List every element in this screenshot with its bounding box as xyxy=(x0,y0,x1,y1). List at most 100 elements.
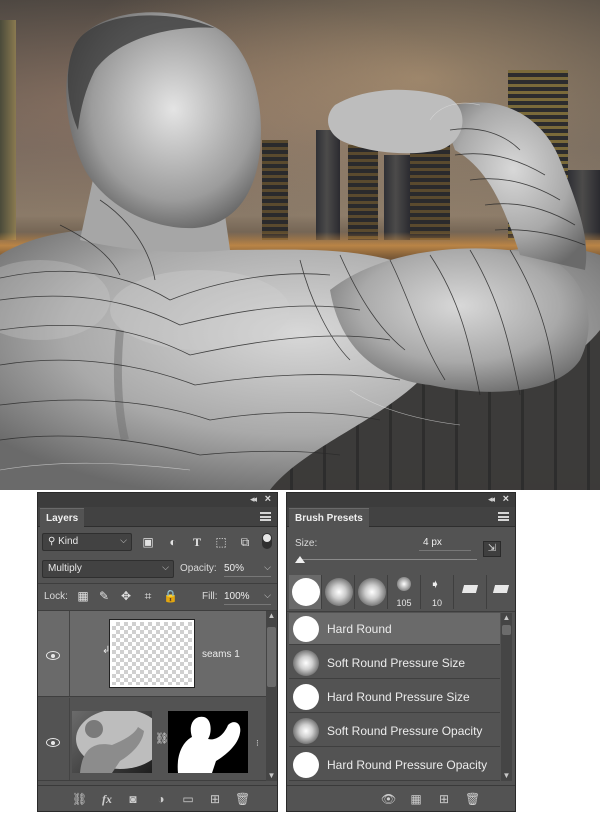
size-value: 4 px xyxy=(423,537,442,548)
close-icon[interactable]: × xyxy=(265,493,271,505)
preset-hard-round-pressure-size[interactable]: Hard Round Pressure Size xyxy=(289,681,500,713)
scroll-thumb[interactable] xyxy=(267,627,276,687)
photo-canvas[interactable] xyxy=(0,0,600,490)
opacity-field[interactable]: 50% ⌵ xyxy=(224,561,271,577)
opacity-value: 50% xyxy=(224,563,245,574)
chevron-down-icon[interactable]: ⌵ xyxy=(264,562,271,573)
preset-soft-round-pressure-size[interactable]: Soft Round Pressure Size xyxy=(289,647,500,679)
close-icon[interactable]: × xyxy=(503,493,509,505)
open-preset-manager-icon[interactable]: ▦ xyxy=(409,792,423,806)
chevron-down-icon[interactable]: ⌵ xyxy=(264,590,271,601)
layers-footer: ⛓ fx ◙ ◑ ▭ ⊞ 🗑 xyxy=(38,785,277,811)
flat-tip-icon xyxy=(492,585,510,593)
search-icon: ⚲ xyxy=(48,536,56,547)
fill-value: 100% xyxy=(224,591,250,602)
layer-mask-thumbnail xyxy=(168,711,248,773)
size-slider-thumb[interactable] xyxy=(295,556,305,563)
divider xyxy=(287,611,515,612)
preset-soft-round-pressure-opacity[interactable]: Soft Round Pressure Opacity xyxy=(289,715,500,747)
tab-brush-presets[interactable]: Brush Presets xyxy=(289,508,369,527)
preset-label: Soft Round Pressure Opacity xyxy=(327,724,483,738)
layer-thumbnail xyxy=(72,711,152,773)
new-layer-icon[interactable]: ⊞ xyxy=(208,792,222,806)
brush-tip[interactable]: 105 xyxy=(388,575,421,609)
fill-field[interactable]: 100% ⌵ xyxy=(224,589,271,605)
scroll-thumb[interactable] xyxy=(502,625,511,635)
new-brush-icon[interactable]: ⊞ xyxy=(437,792,451,806)
presets-scrollbar[interactable]: ▲ ▼ xyxy=(501,613,512,781)
blend-mode-select[interactable]: Multiply ⌵ xyxy=(42,560,174,578)
brush-tip[interactable] xyxy=(355,575,388,609)
brush-tip[interactable] xyxy=(454,575,487,609)
brush-tip[interactable] xyxy=(322,575,355,609)
panel-titlebar: ◂◂ × xyxy=(38,493,277,507)
soft-round-preset-icon xyxy=(293,650,319,676)
type-filter-icon[interactable]: T xyxy=(190,535,204,549)
lock-label: Lock: xyxy=(44,591,68,602)
lock-artboard-icon[interactable]: ⌗ xyxy=(141,589,155,603)
image-filter-icon[interactable]: ▣ xyxy=(141,535,155,549)
lock-all-icon[interactable]: 🔒 xyxy=(163,589,178,603)
layer-row-figure[interactable]: ⛓ ⁝ xyxy=(38,698,266,781)
arrow-tip-icon: ➧ xyxy=(430,577,441,591)
opacity-label: Opacity: xyxy=(180,563,217,574)
scroll-down-icon[interactable]: ▼ xyxy=(501,771,512,781)
brush-tip[interactable] xyxy=(289,575,322,609)
mask-link-icon[interactable]: ⛓ xyxy=(155,732,169,745)
collapse-icon[interactable]: ◂◂ xyxy=(488,494,495,505)
brush-tip[interactable] xyxy=(487,575,520,609)
layer-options-icon[interactable]: ⁝ xyxy=(256,738,259,749)
soft-round-preset-icon xyxy=(293,718,319,744)
layer-filter-value: Kind xyxy=(58,536,79,547)
lock-transparent-icon[interactable]: ▦ xyxy=(76,589,90,603)
brush-panel-toggle-icon[interactable]: ⇲ xyxy=(483,541,501,557)
panel-tabbar: Brush Presets xyxy=(287,507,515,527)
preset-label: Soft Round Pressure Size xyxy=(327,656,466,670)
bodybuilder-figure xyxy=(0,12,600,490)
fill-label: Fill: xyxy=(202,591,218,602)
hard-round-tip-icon xyxy=(292,578,320,606)
smart-object-filter-icon[interactable]: ⧉ xyxy=(238,535,252,549)
eye-icon[interactable] xyxy=(46,651,60,660)
adjustment-filter-icon[interactable]: ◐ xyxy=(166,535,180,549)
scroll-up-icon[interactable]: ▲ xyxy=(501,613,512,623)
layers-panel: ◂◂ × Layers ⚲ Kind ⌵ ▣ ◐ T ⬚ ⧉ Multiply … xyxy=(37,492,278,812)
collapse-icon[interactable]: ◂◂ xyxy=(250,494,257,505)
eye-icon[interactable] xyxy=(46,738,60,747)
flat-tip-icon xyxy=(461,585,479,593)
layer-name[interactable]: seams 1 xyxy=(202,649,240,660)
layers-scrollbar[interactable]: ▲ ▼ xyxy=(266,611,277,781)
blend-mode-value: Multiply xyxy=(48,563,82,574)
size-field[interactable]: 4 px xyxy=(419,535,471,551)
shape-filter-icon[interactable]: ⬚ xyxy=(214,535,228,549)
preset-hard-round[interactable]: Hard Round xyxy=(289,613,500,645)
add-mask-icon[interactable]: ◙ xyxy=(126,792,140,806)
lock-paint-icon[interactable]: ✎ xyxy=(97,589,111,603)
preset-label: Hard Round Pressure Size xyxy=(327,690,470,704)
preset-hard-round-pressure-opacity[interactable]: Hard Round Pressure Opacity xyxy=(289,749,500,781)
preset-label: Hard Round xyxy=(327,622,392,636)
delete-brush-icon[interactable]: 🗑 xyxy=(465,792,480,806)
preset-label: Hard Round Pressure Opacity xyxy=(327,758,488,772)
scroll-up-icon[interactable]: ▲ xyxy=(266,611,277,621)
lock-position-icon[interactable]: ✥ xyxy=(119,589,133,603)
hard-round-preset-icon xyxy=(293,684,319,710)
layer-filter-select[interactable]: ⚲ Kind ⌵ xyxy=(42,533,132,551)
filter-toggle[interactable] xyxy=(262,533,272,549)
tab-layers[interactable]: Layers xyxy=(40,508,85,527)
panel-menu-icon[interactable] xyxy=(498,512,509,521)
fx-icon[interactable]: fx xyxy=(100,792,114,806)
scroll-down-icon[interactable]: ▼ xyxy=(266,771,277,781)
brush-tip-size: 105 xyxy=(396,598,412,608)
size-slider-track[interactable] xyxy=(297,559,477,560)
link-layers-icon[interactable]: ⛓ xyxy=(72,792,87,806)
layer-row-seams[interactable]: ↲ seams 1 xyxy=(38,611,266,697)
toggle-brush-panel-icon[interactable]: 👁 xyxy=(381,792,396,806)
new-group-icon[interactable]: ▭ xyxy=(181,792,195,806)
adjustment-layer-icon[interactable]: ◑ xyxy=(154,792,168,806)
divider xyxy=(69,611,70,696)
soft-round-tip-icon xyxy=(358,578,386,606)
panel-menu-icon[interactable] xyxy=(260,512,271,521)
brush-tip[interactable]: ➧ 10 xyxy=(421,575,454,609)
delete-layer-icon[interactable]: 🗑 xyxy=(235,792,250,806)
